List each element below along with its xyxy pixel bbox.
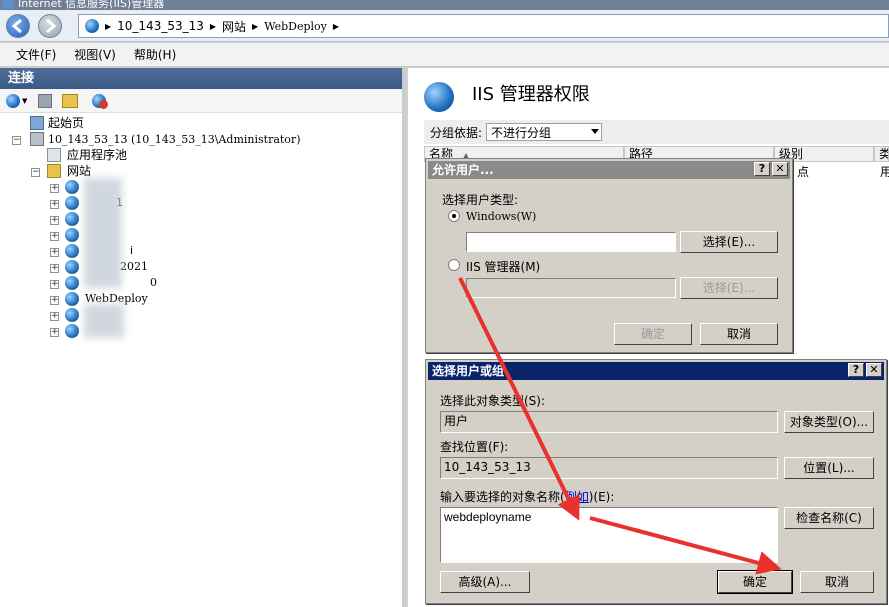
annotation-arrows [458, 277, 782, 575]
annotation-arrow-to-input [458, 277, 580, 521]
annotation-arrow-to-ok [589, 516, 782, 575]
